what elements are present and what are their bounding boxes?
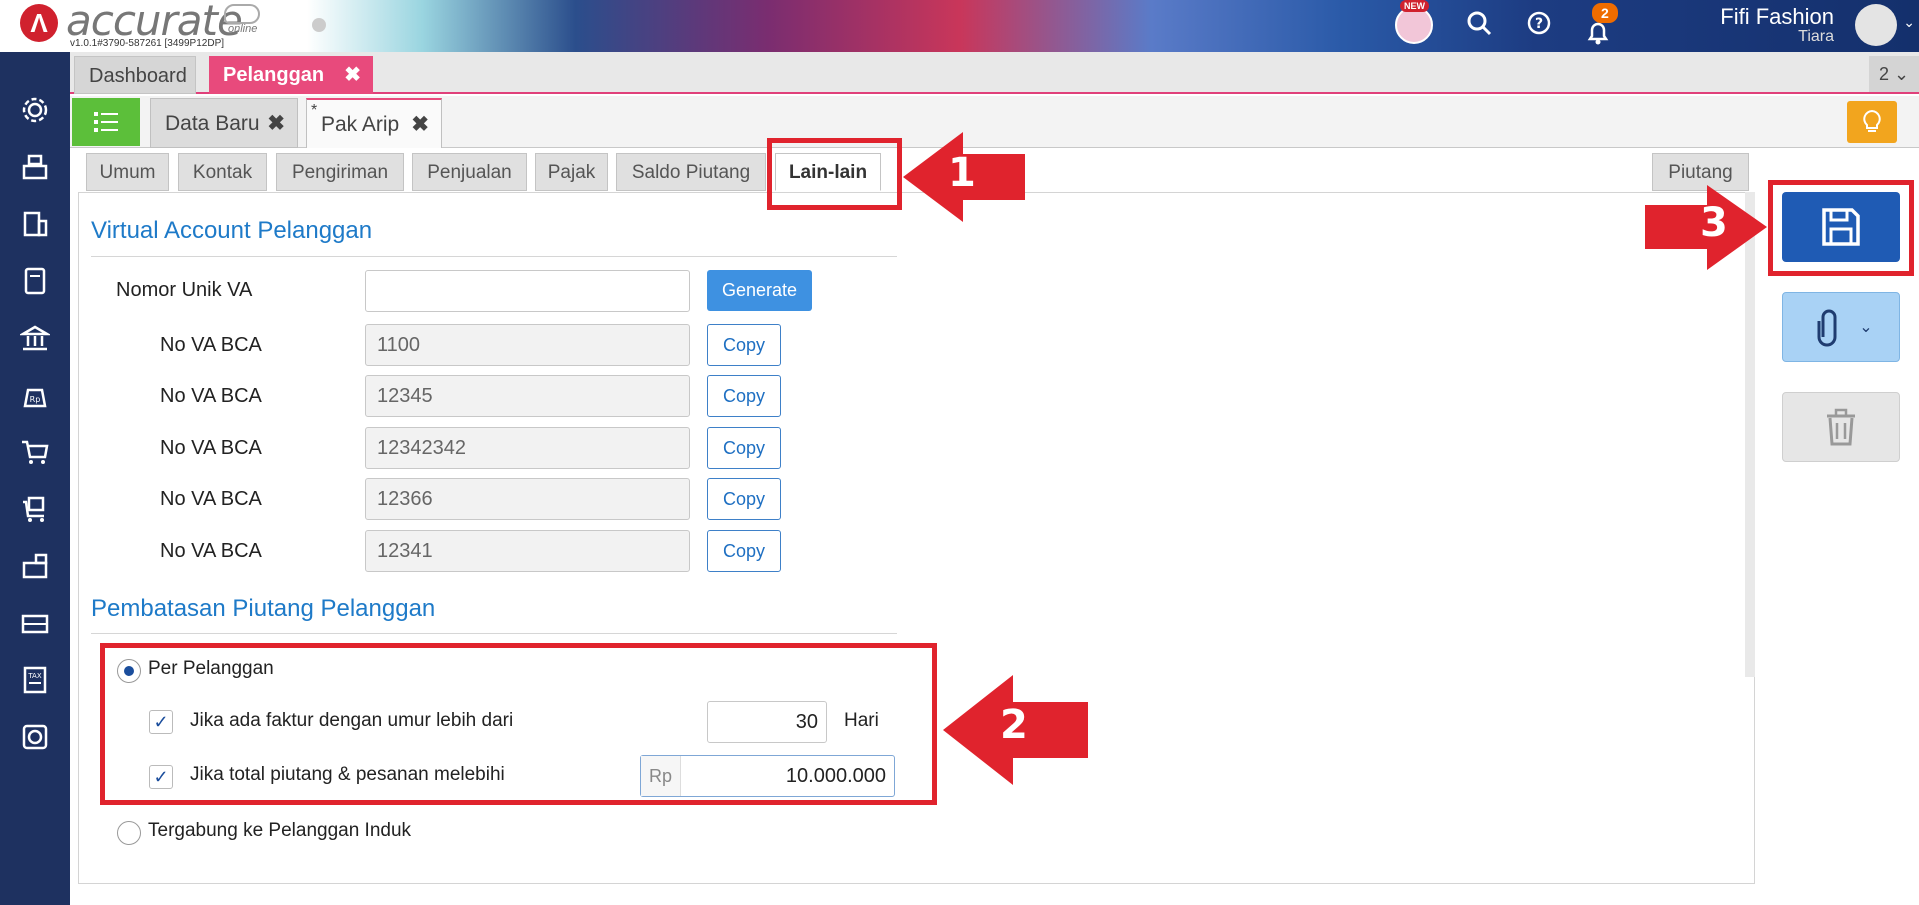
generate-button[interactable]: Generate [707, 270, 812, 311]
version-text: v1.0.1#3790-587261 [3499P12DP] [70, 38, 225, 49]
label-no-va-bca: No VA BCA [160, 488, 262, 510]
no-va-bca-field: 12366 [365, 478, 690, 520]
highlight-box-2 [100, 643, 937, 805]
new-badge: NEW [1400, 0, 1429, 12]
status-dot [312, 18, 326, 32]
no-va-bca-field: 12341 [365, 530, 690, 572]
svg-text:Rp: Rp [30, 395, 41, 404]
copy-button[interactable]: Copy [707, 427, 781, 469]
tab-kontak[interactable]: Kontak [178, 153, 267, 191]
purchase-cart-icon[interactable] [15, 489, 55, 529]
label-nomor-unik-va: Nomor Unik VA [116, 279, 253, 301]
no-va-bca-field: 12342342 [365, 427, 690, 469]
tab-dashboard[interactable]: Dashboard [74, 56, 196, 94]
list-view-button[interactable] [72, 98, 140, 146]
company-building-icon[interactable] [15, 204, 55, 244]
search-icon[interactable] [1466, 10, 1492, 43]
nomor-unik-va-input[interactable] [365, 270, 690, 312]
attachment-button[interactable]: ⌄ [1782, 292, 1900, 362]
tab-pelanggan-label: Pelanggan [223, 64, 325, 86]
company-name[interactable]: Fifi Fashion [1720, 4, 1834, 30]
user-avatar[interactable] [1855, 4, 1897, 46]
annotation-number-1: 1 [948, 150, 976, 196]
bank-icon[interactable] [15, 318, 55, 358]
tab-data-baru-label: Data Baru [165, 112, 260, 135]
shopping-cart-icon[interactable] [15, 432, 55, 472]
user-name[interactable]: Tiara [1798, 28, 1834, 46]
tab-penjualan[interactable]: Penjualan [412, 153, 527, 191]
logo-sub: online [228, 23, 258, 35]
help-icon[interactable]: ? [1526, 10, 1552, 43]
annotation-number-2: 2 [1000, 702, 1028, 748]
delete-button[interactable] [1782, 392, 1900, 462]
no-va-bca-field: 1100 [365, 324, 690, 366]
settings-gear-icon[interactable] [15, 90, 55, 130]
cloud-icon [224, 4, 260, 24]
tab-data-baru[interactable]: Data Baru ✖ [150, 98, 298, 148]
tab-umum[interactable]: Umum [86, 153, 169, 191]
inventory-warehouse-icon[interactable] [15, 546, 55, 586]
cash-register-icon[interactable] [15, 147, 55, 187]
divider [91, 256, 897, 257]
tax-document-icon[interactable]: TAX [15, 660, 55, 700]
receivable-bag-icon[interactable]: Rp [15, 375, 55, 415]
chevron-down-icon[interactable]: ⌄ [1903, 14, 1915, 31]
window-count: 2 [1878, 64, 1889, 84]
label-no-va-bca: No VA BCA [160, 334, 262, 356]
trash-icon [1827, 408, 1855, 446]
close-icon[interactable]: ✖ [344, 56, 361, 94]
bell-icon[interactable] [1586, 20, 1610, 53]
tab-pelanggan[interactable]: Pelanggan ✖ [209, 56, 373, 94]
modified-marker: * [311, 102, 318, 119]
annotation-number-3: 3 [1700, 200, 1728, 246]
report-chart-icon[interactable] [15, 717, 55, 757]
label-no-va-bca: No VA BCA [160, 540, 262, 562]
divider [91, 633, 897, 634]
paperclip-icon [1817, 309, 1837, 347]
label-pelanggan-induk: Tergabung ke Pelanggan Induk [148, 820, 412, 841]
highlight-box-1 [767, 138, 902, 210]
copy-button[interactable]: Copy [707, 324, 781, 366]
ledger-book-icon[interactable] [15, 261, 55, 301]
accurate-logo-icon: Λ [20, 4, 58, 42]
lightbulb-icon[interactable] [1847, 101, 1897, 143]
close-icon[interactable]: ✖ [411, 100, 429, 150]
label-no-va-bca: No VA BCA [160, 385, 262, 407]
section-title-pembatasan: Pembatasan Piutang Pelanggan [91, 595, 436, 622]
copy-button[interactable]: Copy [707, 375, 781, 417]
tab-saldo-piutang[interactable]: Saldo Piutang [616, 153, 766, 191]
manufacturing-icon[interactable] [15, 603, 55, 643]
module-tab-bar: Dashboard Pelanggan ✖ 2 ⌄ [70, 52, 1919, 94]
svg-text:?: ? [1535, 16, 1543, 32]
close-icon[interactable]: ✖ [267, 99, 285, 149]
left-sidebar: Rp TAX [0, 52, 70, 905]
no-va-bca-field: 12345 [365, 375, 690, 417]
copy-button[interactable]: Copy [707, 478, 781, 520]
notification-count-badge: 2 [1592, 3, 1618, 23]
tab-pajak[interactable]: Pajak [535, 153, 608, 191]
svg-text:TAX: TAX [27, 672, 42, 680]
tab-pak-arip[interactable]: * Pak Arip ✖ [306, 98, 442, 148]
tab-pak-arip-label: Pak Arip [321, 113, 400, 136]
copy-button[interactable]: Copy [707, 530, 781, 572]
floppy-disk-icon [1822, 208, 1860, 246]
chevron-down-icon[interactable]: ⌄ [1859, 317, 1872, 337]
window-count-dropdown[interactable]: 2 ⌄ [1869, 56, 1919, 92]
top-bar: Λ accurate online v1.0.1#3790-587261 [34… [0, 0, 1919, 52]
section-title-virtual-account: Virtual Account Pelanggan [91, 217, 373, 244]
save-button[interactable] [1782, 192, 1900, 262]
tab-pengiriman[interactable]: Pengiriman [276, 153, 404, 191]
label-no-va-bca: No VA BCA [160, 437, 262, 459]
radio-pelanggan-induk[interactable] [117, 821, 141, 845]
